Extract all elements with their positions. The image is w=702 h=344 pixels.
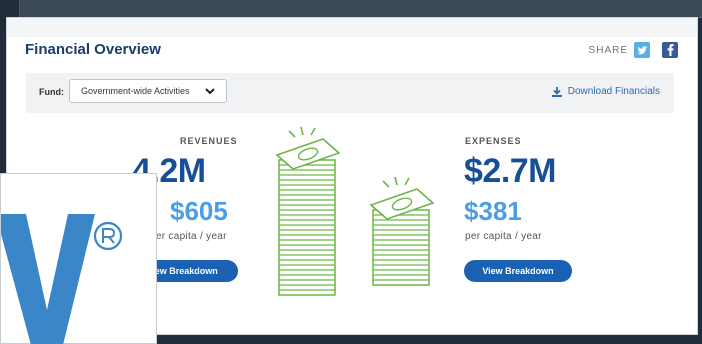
revenues-per-capita-label: per capita / year — [150, 231, 227, 242]
money-stack-icon — [275, 126, 341, 296]
expenses-total: $2.7M — [464, 152, 557, 190]
share-label: SHARE — [588, 44, 628, 56]
revenues-per-capita-amount: $605 — [170, 196, 228, 226]
expenses-label: EXPENSES — [465, 136, 522, 146]
revenues-label: REVENUES — [180, 136, 238, 146]
fund-select-value: Government-wide Activities — [81, 86, 190, 96]
window-top-strip — [20, 0, 702, 18]
fund-select[interactable]: Government-wide Activities — [69, 79, 227, 103]
facebook-icon[interactable] — [662, 42, 678, 58]
logo-mark — [1, 214, 123, 344]
share-group: SHARE — [589, 42, 678, 58]
logo-overlay — [0, 173, 157, 344]
panel-top-band — [7, 18, 697, 37]
fund-filter-bar: Fund: Government-wide Activities Downloa… — [26, 73, 674, 113]
expenses-per-capita-amount: $381 — [464, 196, 522, 226]
download-label: Download Financials — [567, 86, 660, 97]
expenses-breakdown-button[interactable]: View Breakdown — [464, 260, 572, 282]
download-icon — [551, 86, 562, 97]
page-title: Financial Overview — [25, 41, 161, 58]
money-stack-icon — [369, 176, 435, 286]
twitter-icon[interactable] — [634, 42, 650, 58]
expenses-per-capita-label: per capita / year — [465, 231, 542, 242]
download-financials-link[interactable]: Download Financials — [551, 86, 660, 97]
chevron-down-icon — [205, 88, 215, 95]
fund-label: Fund: — [39, 87, 64, 97]
